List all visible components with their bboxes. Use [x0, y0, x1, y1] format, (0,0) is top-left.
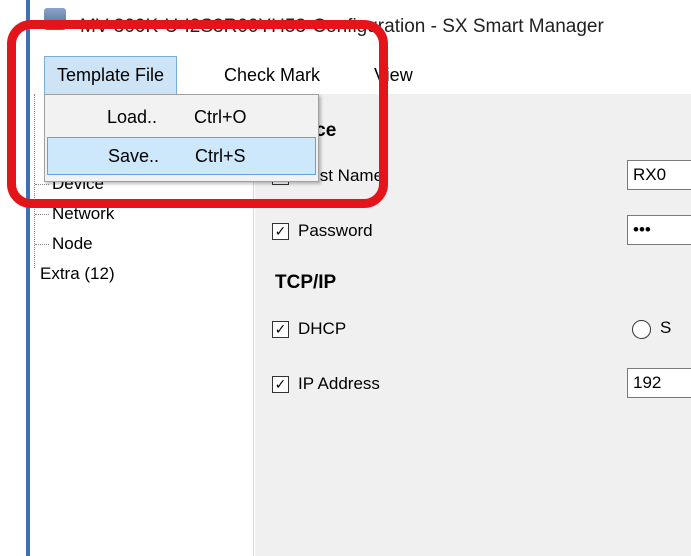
section-tcpip-title: TCP/IP [275, 272, 337, 293]
tree-connector [35, 214, 49, 215]
tree-connector [35, 244, 49, 245]
host-name-input[interactable]: RX0 [627, 160, 691, 190]
ip-address-row: ✓ IP Address [272, 372, 380, 396]
tree-item-node[interactable]: Node [52, 234, 93, 254]
static-label: S [660, 318, 672, 337]
static-radio[interactable] [632, 320, 651, 339]
dhcp-label: DHCP [298, 319, 347, 338]
password-row: ✓ Password [272, 219, 373, 243]
ip-address-checkbox[interactable]: ✓ [272, 375, 289, 393]
ip-address-label: IP Address [298, 374, 380, 393]
password-label: Password [298, 221, 373, 240]
dhcp-row: ✓ DHCP [272, 317, 346, 341]
password-input[interactable]: ••• [627, 215, 691, 245]
password-checkbox[interactable]: ✓ [272, 222, 289, 240]
annotation-highlight-box [7, 20, 388, 208]
dhcp-checkbox[interactable]: ✓ [272, 320, 289, 338]
tree-item-extra[interactable]: Extra (12) [40, 264, 115, 284]
ip-address-input[interactable]: 192 [627, 368, 691, 398]
